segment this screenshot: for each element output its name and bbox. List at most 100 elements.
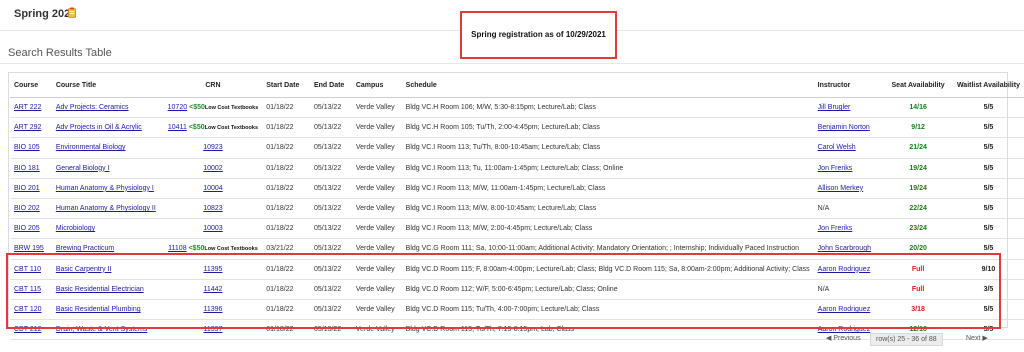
schedule-cell: Bldg VC.G Room 111; Sa, 10:00-11:00am; A… [401,238,814,260]
course-title-link[interactable]: Basic Residential Plumbing [56,306,141,313]
course-title-cell: Environmental Biology [51,137,164,159]
seat-availability: 3/18 [911,305,925,313]
course-title-link[interactable]: Human Anatomy & Physiology I [56,185,154,192]
low-cost-textbooks-badge: <$50Low Cost Textbooks [189,104,259,112]
instructor-link[interactable]: Benjamin Norton [818,124,870,131]
low-cost-label: Low Cost Textbooks [204,105,259,112]
course-title-link[interactable]: Drain, Waste & Vent Systems [56,326,148,333]
instructor-link[interactable]: Aaron Rodriguez [818,266,871,273]
crn-link[interactable]: 11397 [203,326,222,333]
crn-link[interactable]: 10411 [168,124,187,131]
course-title-link[interactable]: Adv Projects: Ceramics [56,104,129,111]
crn-link[interactable]: 10004 [203,185,222,192]
crn-link[interactable]: 11108 [168,245,186,252]
waitlist-availability-cell: 5/5 [952,238,1024,260]
course-link[interactable]: BIO 202 [14,205,40,212]
rows-info: row(s) 25 - 36 of 88 [870,333,943,346]
course-title-link[interactable]: Brewing Practicum [56,245,114,252]
waitlist-availability-cell: 5/5 [952,117,1024,139]
waitlist-availability: 5/5 [983,184,994,192]
instructor-link[interactable]: Jon Freriks [818,225,853,232]
course-link[interactable]: BIO 181 [14,165,40,172]
crn-link[interactable]: 10823 [203,205,222,212]
instructor-link[interactable]: John Scarbrough [818,245,871,252]
course-title-link[interactable]: Basic Carpentry II [56,266,112,273]
instructor-link[interactable]: Allison Merkey [818,185,864,192]
crn-link[interactable]: 11396 [203,306,222,313]
instructor-cell: Carol Welsh [813,137,884,159]
previous-button[interactable]: ◀ Previous [826,334,861,342]
instructor-cell: N/A [813,279,884,300]
end-date-cell: 05/13/22 [309,158,352,179]
instructor-link[interactable]: Jon Freriks [818,165,853,172]
course-title-link[interactable]: Adv Projects in Oil & Acrylic [56,124,142,131]
campus-cell: Verde Valley [351,218,402,240]
seat-availability: Full [911,265,925,273]
course-link[interactable]: BRW 195 [14,245,44,252]
waitlist-availability-cell: 5/5 [952,137,1024,159]
instructor-cell: Aaron Rodriguez [813,299,884,321]
start-date-cell: 03/21/22 [262,238,310,260]
course-title-link[interactable]: Basic Residential Electrician [56,286,144,293]
course-title-cell: Brewing Practicum [51,238,164,260]
crn-link[interactable]: 11395 [203,266,222,273]
course-cell: BIO 181 [10,158,52,179]
instructor-link[interactable]: Aaron Rodriguez [818,326,871,333]
start-date-cell: 01/18/22 [262,299,310,321]
instructor-link[interactable]: Jill Brugler [818,104,851,111]
course-link[interactable]: BIO 205 [14,225,40,232]
course-link[interactable]: CBT 115 [14,286,41,293]
campus-cell: Verde Valley [351,137,402,159]
course-link[interactable]: BIO 201 [14,185,40,192]
next-button[interactable]: Next ▶ [966,334,988,342]
course-title-link[interactable]: Human Anatomy & Physiology II [56,205,156,212]
seat-availability-cell: Full [883,279,953,300]
campus-cell: Verde Valley [351,279,402,300]
course-link[interactable]: CBT 120 [14,306,42,313]
waitlist-availability: 5/5 [983,104,994,112]
course-title-cell: General Biology I [51,158,164,179]
waitlist-availability-cell: 5/5 [952,178,1024,199]
col-header-end-date: End Date [309,73,352,98]
course-title-link[interactable]: General Biology I [56,165,110,172]
course-link[interactable]: ART 222 [14,104,41,111]
course-link[interactable]: CBT 110 [14,266,41,273]
schedule-cell: Bldg VC.I Room 113; Tu/Th, 8:00-10:45am;… [401,137,814,159]
course-title-link[interactable]: Microbiology [56,225,95,232]
waitlist-availability: 5/5 [983,225,994,233]
crn-cell: 10720 <$50Low Cost Textbooks [163,97,263,119]
table-row: CBT 120 Basic Residential Plumbing 11396 01… [10,299,1024,321]
course-link[interactable]: BIO 105 [14,144,40,151]
col-header-instructor: Instructor [813,73,884,98]
course-link[interactable]: CBT 212 [14,326,42,333]
waitlist-availability-cell: 5/5 [952,97,1024,119]
col-header-schedule: Schedule [401,73,814,98]
low-cost-price: <$50 [188,124,205,132]
col-header-course: Course [10,73,52,98]
previous-label: Previous [833,335,861,342]
campus-cell: Verde Valley [351,158,402,179]
course-title-cell: Basic Carpentry II [51,259,164,280]
crn-cell: 10003 [163,218,263,240]
waitlist-availability: 5/5 [983,245,994,253]
course-title-link[interactable]: Environmental Biology [56,144,126,151]
course-cell: CBT 212 [10,319,52,341]
instructor-text: N/A [817,285,830,293]
table-row: BIO 105 Environmental Biology 10923 01/18/2… [10,137,1024,159]
campus-cell: Verde Valley [351,299,402,321]
course-cell: BIO 205 [10,218,52,240]
low-cost-textbooks-badge: <$50Low Cost Textbooks [188,124,258,132]
crn-link[interactable]: 10720 [168,104,187,111]
start-date-cell: 01/18/22 [262,158,310,179]
course-link[interactable]: ART 292 [14,124,41,131]
crn-link[interactable]: 10923 [203,144,222,151]
low-cost-price: <$50 [188,245,205,253]
crn-link[interactable]: 11442 [203,286,222,293]
end-date-cell: 05/13/22 [309,259,352,280]
instructor-link[interactable]: Aaron Rodriguez [818,306,871,313]
instructor-link[interactable]: Carol Welsh [818,144,856,151]
crn-link[interactable]: 10003 [203,225,222,232]
crn-link[interactable]: 10002 [203,165,222,172]
course-title-cell: Adv Projects: Ceramics [51,97,164,119]
waitlist-availability-cell: 5/5 [952,158,1024,179]
